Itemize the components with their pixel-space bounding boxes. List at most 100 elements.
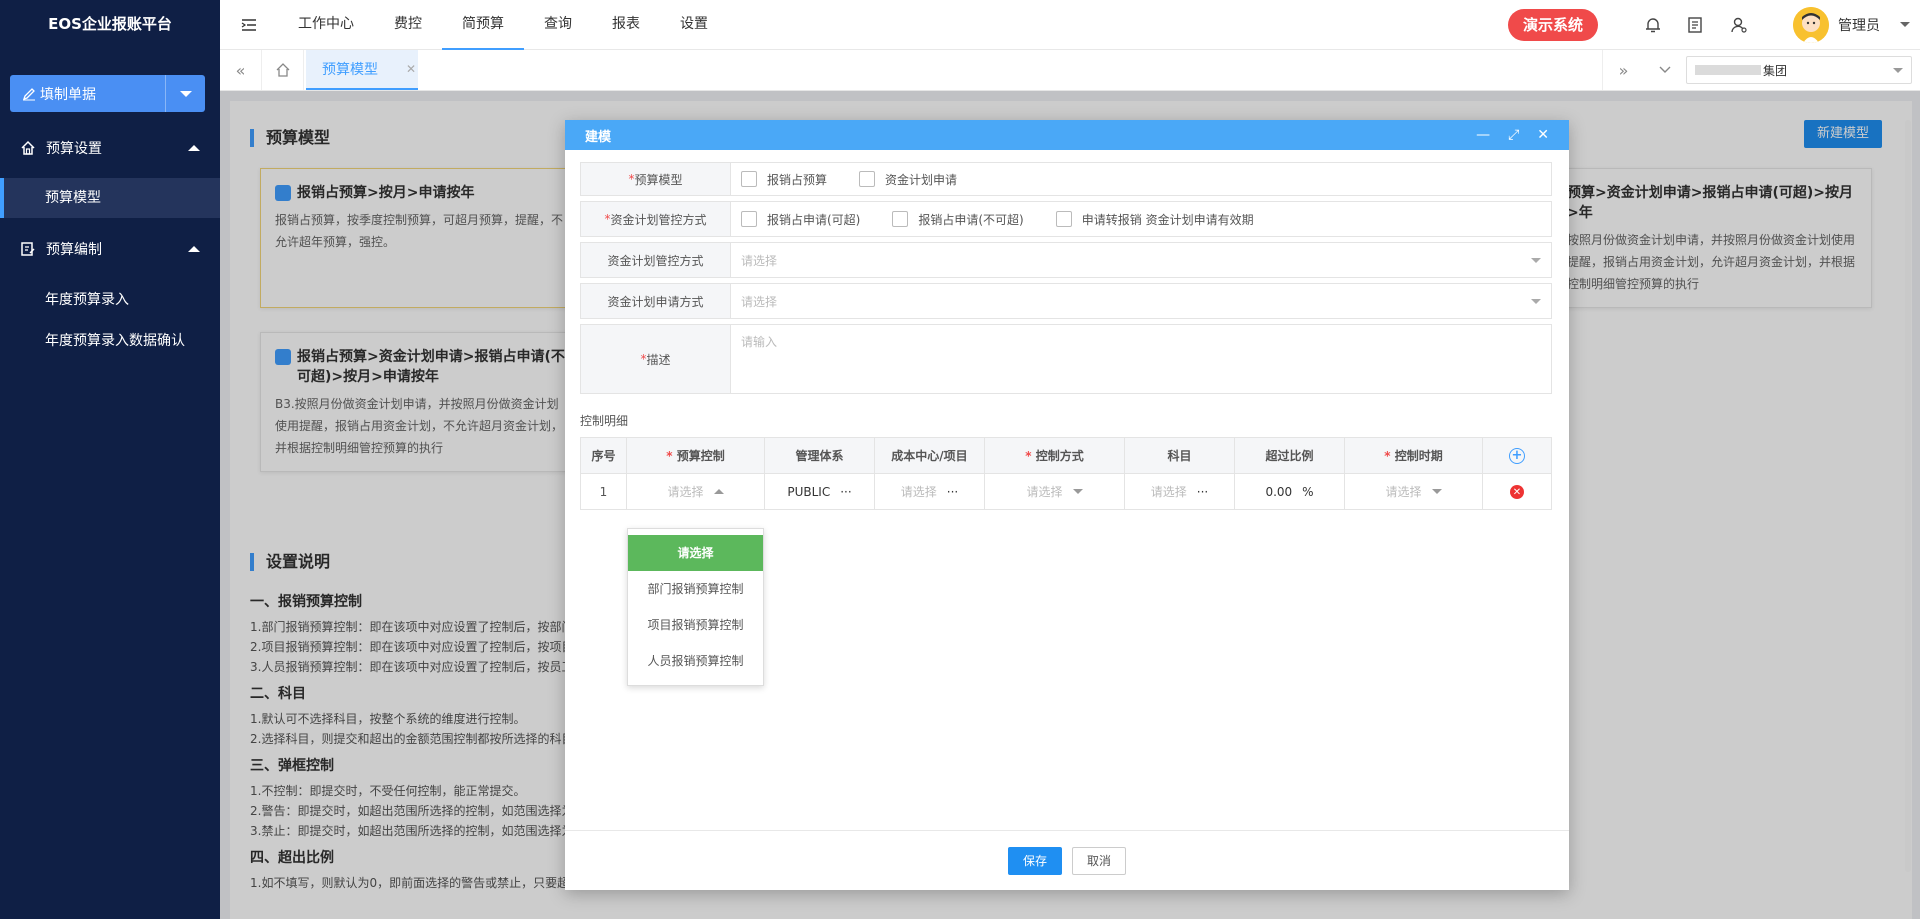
double-chevron-left-icon[interactable]: « [220,50,262,90]
tab-budget-model[interactable]: 预算模型 ✕ [306,50,418,90]
select-placeholder: 请选择 [741,253,778,268]
add-row-icon[interactable]: + [1509,447,1525,464]
user-name[interactable]: 管理员 [1838,15,1880,35]
field-label: 资金计划管控方式 [581,243,731,277]
table-row: 1 请选择 PUBLIC ··· 请选择 ··· 请选择 请选择 ··· 0.00% … [580,473,1552,510]
pencil-icon [22,87,35,100]
chevron-down-icon [1431,489,1442,494]
col-header: * 预算控制 [626,437,765,474]
budget-ctrl-select[interactable]: 请选择 [626,473,765,510]
delete-row-icon[interactable]: ✕ [1510,485,1524,500]
textarea-placeholder: 请输入 [741,335,778,349]
menu-group-budget-settings[interactable]: 预算设置 [0,128,220,168]
checkbox-label: 报销占预算 [767,172,828,187]
checkbox-option[interactable]: 报销占申请(不可超) [892,211,1024,228]
control-detail-table: 序号 * 预算控制 管理体系 成本中心/项目 * 控制方式 科目 超过比例 * … [580,437,1552,510]
dialog-title: 建模 [585,129,612,145]
dialog-footer: 保存 取消 [565,830,1569,890]
form-row-fund-plan-ctrl: 资金计划管控方式 请选择 [580,242,1552,278]
dropdown-option[interactable]: 部门报销预算控制 [628,571,763,607]
sidebar-item-annual-entry[interactable]: 年度预算录入 [0,280,220,320]
fill-form-button[interactable]: 填制单据 [10,75,205,112]
dropdown-option[interactable]: 人员报销预算控制 [628,643,763,679]
close-icon[interactable]: ✕ [1537,127,1549,143]
menu-group-budget-compile[interactable]: 预算编制 [0,229,220,269]
bell-icon[interactable] [1642,14,1664,36]
checkbox-option[interactable]: 申请转报销 资金计划申请有效期 [1055,211,1254,228]
chevron-down-icon [1072,489,1083,494]
dropdown-option[interactable]: 项目报销预算控制 [628,607,763,643]
checkbox[interactable] [1055,211,1072,227]
description-textarea[interactable]: 请输入 [731,325,1551,393]
maximize-icon[interactable]: ⤢ [1508,127,1519,143]
document-edit-icon [21,242,35,256]
chevron-down-icon [179,90,192,97]
form-row-budget-type: * 预算模型 报销占预算 资金计划申请 [580,162,1552,196]
system-picker[interactable]: PUBLIC ··· [764,473,875,510]
model-dialog: 建模 — ⤢ ✕ * 预算模型 报销占预算 资金计划申请 * 资金计划管控方式 报销… [565,120,1569,890]
double-chevron-right-icon[interactable]: » [1602,50,1644,90]
nav-simple-budget[interactable]: 简预算 [442,0,524,50]
dropdown-option[interactable]: 请选择 [628,535,763,571]
checkbox[interactable] [892,211,909,227]
fill-form-dropdown[interactable] [165,75,205,112]
menu-toggle-icon[interactable] [220,0,278,50]
sidebar: EOS企业报账平台 填制单据 预算设置 预算模型 预算编制 年度预算录入 年度预… [0,0,220,919]
cost-center-picker[interactable]: 请选择 ··· [874,473,985,510]
save-button[interactable]: 保存 [1008,846,1062,875]
field-label: 描述 [646,352,671,367]
col-header: * 控制方式 [984,437,1125,474]
budget-ctrl-dropdown: 请选择 部门报销预算控制 项目报销预算控制 人员报销预算控制 [627,528,764,686]
cell-no: 1 [580,473,627,510]
cancel-button[interactable]: 取消 [1072,846,1126,875]
form-row-description: * 描述 请输入 [580,324,1552,394]
checkbox[interactable] [741,171,757,187]
nav-reports[interactable]: 报表 [592,0,660,50]
col-header: 管理体系 [764,437,875,474]
field-label: 资金计划管控方式 [610,212,707,227]
table-header-row: 序号 * 预算控制 管理体系 成本中心/项目 * 控制方式 科目 超过比例 * … [580,437,1552,474]
checkbox-option[interactable]: 报销占预算 [741,171,827,188]
more-icon[interactable]: ··· [840,485,851,499]
checkbox-label: 报销占申请(可超) [767,212,861,227]
ratio-input[interactable]: 0.00% [1234,473,1345,510]
checkbox-option[interactable]: 资金计划申请 [859,171,957,188]
chevron-up-icon [713,489,724,494]
avatar[interactable] [1793,7,1829,43]
page-scrollbar[interactable] [1905,120,1911,872]
fund-plan-ctrl-select[interactable]: 请选择 [731,243,1551,277]
ctrl-mode-select[interactable]: 请选择 [984,473,1125,510]
caret-down-icon[interactable] [1900,22,1910,27]
nav-query[interactable]: 查询 [524,0,592,50]
fund-plan-apply-select[interactable]: 请选择 [731,284,1551,318]
checkbox[interactable] [741,211,757,227]
nav-expense-control[interactable]: 费控 [374,0,442,50]
subject-picker[interactable]: 请选择 ··· [1124,473,1235,510]
checkbox-option[interactable]: 报销占申请(可超) [741,211,860,228]
sidebar-item-annual-confirm[interactable]: 年度预算录入数据确认 [0,321,220,361]
minimize-icon[interactable]: — [1476,127,1490,143]
company-select[interactable]: 集团 [1686,56,1912,84]
field-label: 预算模型 [634,172,683,187]
nav-work-center[interactable]: 工作中心 [278,0,374,50]
top-nav: 工作中心 费控 简预算 查询 报表 设置 [220,0,728,50]
checkbox[interactable] [859,171,876,187]
sidebar-item-budget-model[interactable]: 预算模型 [0,178,220,218]
col-header: 成本中心/项目 [874,437,985,474]
select-placeholder: 请选择 [741,294,778,309]
more-icon[interactable]: ··· [1197,485,1208,499]
period-select[interactable]: 请选择 [1344,473,1483,510]
checkbox-label: 申请转报销 资金计划申请有效期 [1081,212,1254,227]
demo-system-button[interactable]: 演示系统 [1508,9,1598,41]
home-icon[interactable] [262,50,304,90]
col-header: * 控制时期 [1344,437,1483,474]
chevron-down-icon [1893,67,1903,73]
chevron-down-icon[interactable] [1644,50,1686,90]
user-settings-icon[interactable] [1728,14,1750,36]
home-icon [21,140,35,155]
more-icon[interactable]: ··· [947,485,958,499]
chevron-up-icon [188,246,200,252]
document-icon[interactable] [1684,14,1706,36]
nav-settings[interactable]: 设置 [660,0,728,50]
close-icon[interactable]: ✕ [406,62,416,76]
